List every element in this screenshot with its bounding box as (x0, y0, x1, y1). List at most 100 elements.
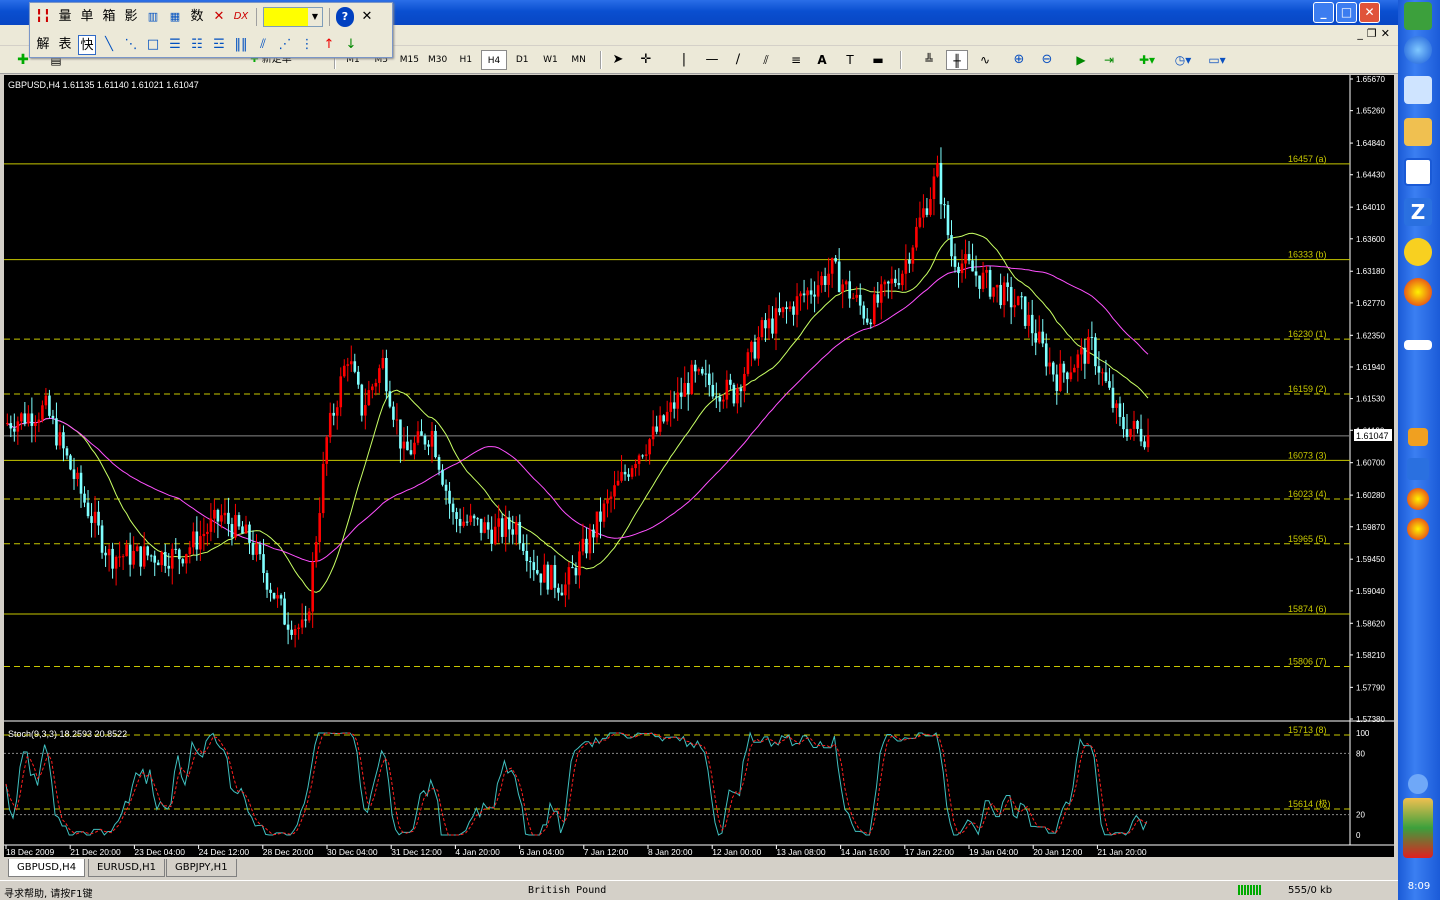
grid-icon[interactable]: ▦ (166, 7, 184, 27)
fan-icon[interactable]: ⋰ (276, 35, 294, 55)
text-label-icon[interactable]: T (840, 50, 860, 70)
candle-body (458, 518, 462, 526)
app-icon[interactable] (1404, 158, 1432, 186)
mdi-restore-button[interactable]: ❐ (1367, 27, 1377, 40)
ftb-tool-0[interactable]: 解 (34, 35, 52, 55)
timeframe-m15-button[interactable]: M15 (396, 50, 422, 70)
text-icon[interactable]: A (812, 50, 832, 70)
candle-body (177, 549, 181, 560)
candle-body (686, 383, 690, 395)
line-icon[interactable]: ╲ (100, 35, 118, 55)
histogram-icon[interactable]: ▥ (144, 7, 162, 27)
candle-body (936, 162, 939, 177)
close-toolbar-button[interactable]: ✕ (358, 7, 376, 27)
keyboard-icon[interactable] (1404, 340, 1432, 350)
paint-icon[interactable] (1404, 118, 1432, 146)
zoom-out-icon[interactable]: ⊖ (1036, 50, 1058, 70)
candle-body (227, 512, 230, 525)
ftb-item-1[interactable]: 单 (78, 7, 96, 27)
z-app-icon[interactable]: Z (1404, 198, 1432, 226)
timeframe-m30-button[interactable]: M30 (425, 50, 451, 70)
chart-tab[interactable]: GBPJPY,H1 (166, 859, 237, 877)
tray-icons[interactable] (1403, 798, 1433, 858)
candles-icon[interactable]: ╏╏ (34, 7, 52, 27)
channel-icon[interactable]: ⫽ (756, 50, 776, 70)
candle-body (946, 204, 950, 236)
ftb-item-3[interactable]: 影 (122, 7, 140, 27)
dx-icon[interactable]: DX (232, 7, 250, 27)
cross-delete-icon[interactable]: ✕ (210, 7, 228, 27)
candle-chart-icon[interactable]: ╫ (946, 50, 968, 70)
fibo-expansion-icon[interactable]: ☲ (210, 35, 228, 55)
candle-body (430, 430, 434, 447)
templates-icon[interactable]: ▭▾ (1204, 50, 1230, 70)
app-icon[interactable] (1404, 76, 1432, 104)
line-chart-icon[interactable]: ∿ (974, 50, 996, 70)
expand-tray-icon[interactable] (1408, 774, 1428, 794)
candle-body (399, 419, 402, 449)
vertical-lines-icon[interactable]: ‖‖ (232, 35, 250, 55)
tray-app-icon[interactable] (1407, 518, 1429, 540)
maximize-button[interactable]: □ (1336, 2, 1357, 23)
mdi-close-button[interactable]: ✕ (1381, 27, 1390, 40)
z-tray-icon[interactable] (1407, 458, 1429, 480)
arrows-icon[interactable]: ▬ (868, 50, 888, 70)
candle-body (20, 413, 23, 422)
arrow-down-icon[interactable]: ↓ (342, 35, 360, 55)
status-profile: British Pound (528, 885, 607, 896)
candle-body (897, 283, 901, 286)
timeframe-d1-button[interactable]: D1 (509, 50, 535, 70)
status-help: 寻求帮助, 请按F1键 (4, 889, 93, 900)
crosshair-icon[interactable]: ✛ (636, 50, 656, 70)
help-button[interactable]: ? (336, 7, 354, 27)
timeframe-h1-button[interactable]: H1 (453, 50, 479, 70)
color-dropdown[interactable]: ▼ (263, 7, 323, 27)
chart-tab[interactable]: GBPUSD,H4 (8, 859, 86, 877)
candle-body (999, 284, 1002, 306)
indicators-icon[interactable]: ✚▾ (1134, 50, 1160, 70)
trendline-icon[interactable]: ∕ (728, 50, 748, 70)
ftb-tool-1[interactable]: 表 (56, 35, 74, 55)
double-line-icon[interactable]: ⋱ (122, 35, 140, 55)
candle-body (869, 322, 873, 325)
cursor-icon[interactable]: ➤ (608, 50, 628, 70)
levels-icon[interactable]: ☰ (166, 35, 184, 55)
ie-icon[interactable] (1404, 36, 1432, 64)
candle-body (427, 444, 430, 447)
rectangle-icon[interactable]: □ (144, 35, 162, 55)
ftb-item-4[interactable]: 数 (188, 7, 206, 27)
timeframe-mn-button[interactable]: MN (566, 50, 592, 70)
price-chart[interactable]: 16457 (a) 16333 (b) 16230 (1) 16159 (2) 1607… (4, 75, 1394, 857)
close-window-button[interactable]: ✕ (1359, 2, 1380, 23)
candle-body (497, 518, 500, 527)
mdi-minimize-button[interactable]: _ (1357, 27, 1363, 40)
candle-body (722, 399, 725, 402)
windows-start-icon[interactable] (1404, 2, 1432, 30)
ftb-tool-2[interactable]: 快 (78, 35, 96, 55)
diagonal-lines-icon[interactable]: ⫽ (254, 35, 272, 55)
chart-shift-icon[interactable]: ⇥ (1098, 50, 1120, 70)
chart-tab[interactable]: EURUSD,H1 (88, 859, 166, 877)
candle-body (395, 419, 399, 421)
ftb-item-0[interactable]: 量 (56, 7, 74, 27)
candle-body (409, 450, 413, 455)
timeframe-h4-button[interactable]: H4 (481, 50, 507, 70)
bar-chart-icon[interactable]: ╩ (918, 50, 940, 70)
ftb-item-2[interactable]: 箱 (100, 7, 118, 27)
autoscroll-icon[interactable]: ▶ (1070, 50, 1092, 70)
minimize-button[interactable]: _ (1313, 2, 1334, 23)
candle-body (16, 421, 20, 432)
zoom-in-icon[interactable]: ⊕ (1008, 50, 1030, 70)
periods-icon[interactable]: ◷▾ (1170, 50, 1196, 70)
gann-icon[interactable]: ⋮ (298, 35, 316, 55)
horizontal-line-icon[interactable]: — (702, 50, 722, 70)
timeframe-w1-button[interactable]: W1 (537, 50, 563, 70)
arrow-up-icon[interactable]: ↑ (320, 35, 338, 55)
qq-icon[interactable] (1404, 238, 1432, 266)
folder-icon[interactable] (1408, 428, 1428, 446)
tray-app-icon[interactable] (1407, 488, 1429, 510)
fibo-levels-icon[interactable]: ☷ (188, 35, 206, 55)
vertical-line-icon[interactable]: | (674, 50, 694, 70)
fibo-icon[interactable]: ≡ (786, 50, 806, 70)
app-icon[interactable] (1404, 278, 1432, 306)
